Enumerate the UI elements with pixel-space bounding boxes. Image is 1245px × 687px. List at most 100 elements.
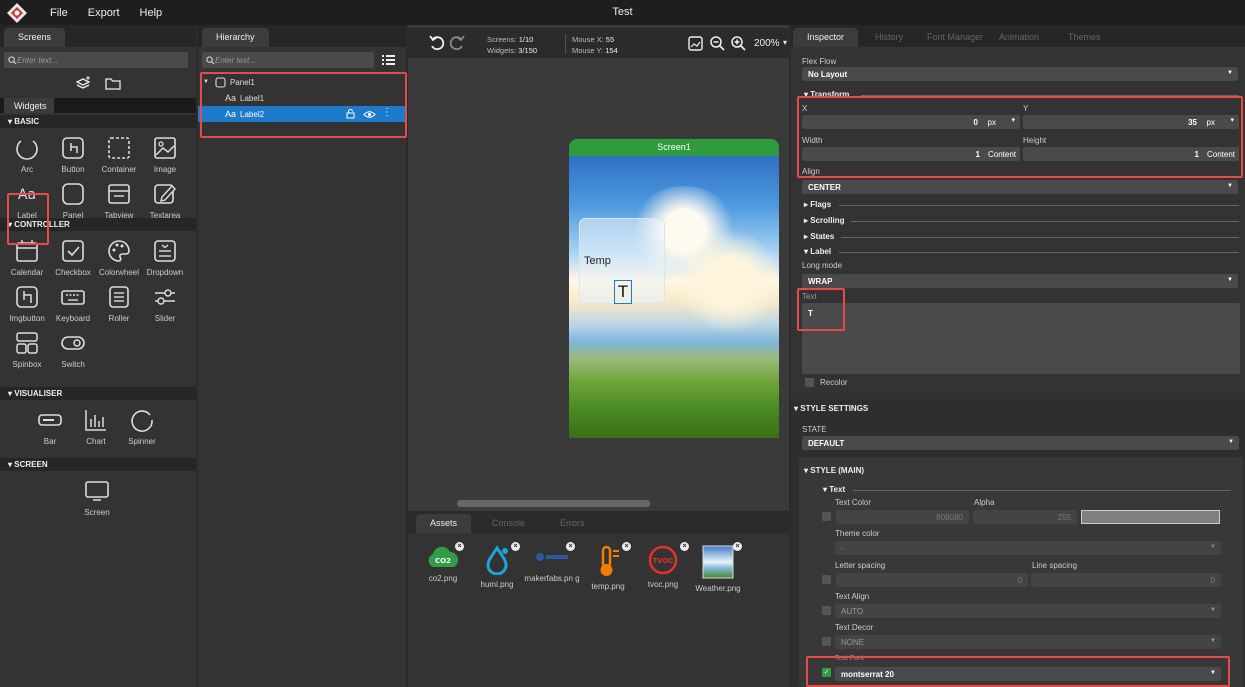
textarea-icon xyxy=(154,184,176,204)
remove-asset-icon[interactable]: × xyxy=(622,542,631,551)
asset-co2[interactable]: CO2 × co2.png xyxy=(413,542,473,583)
screen1-frame[interactable]: Screen1 Temp T xyxy=(569,139,779,438)
tab-assets[interactable]: Assets xyxy=(416,514,472,533)
widget-panel[interactable]: Panel xyxy=(50,178,96,224)
label-section[interactable]: ▾ Label xyxy=(804,247,831,256)
widget-arc[interactable]: Arc xyxy=(4,132,50,178)
states-section[interactable]: ▸ States xyxy=(804,232,834,241)
section-visualiser: ▾ VISUALISER xyxy=(0,387,196,400)
widget-image[interactable]: Image xyxy=(142,132,188,178)
state-label: STATE xyxy=(802,425,827,434)
horizontal-scrollbar[interactable] xyxy=(457,500,650,507)
tab-console[interactable]: Console xyxy=(478,514,539,533)
tab-errors[interactable]: Errors xyxy=(546,514,599,533)
widget-tabview[interactable]: Tabview xyxy=(96,178,142,224)
tab-widgets[interactable]: Widgets xyxy=(4,98,54,113)
widget-button[interactable]: Button xyxy=(50,132,96,178)
label2-widget[interactable]: T xyxy=(614,280,632,304)
app-logo-icon xyxy=(7,2,27,23)
style-settings-section[interactable]: ▾ STYLE SETTINGS xyxy=(794,404,868,413)
color-swatch[interactable] xyxy=(1081,510,1220,524)
container-icon xyxy=(108,137,130,159)
asset-makerfabs[interactable]: × makerfabs.pn g xyxy=(522,542,582,583)
theme-color-select[interactable]: - xyxy=(835,541,1221,555)
asset-humi[interactable]: × humi.png xyxy=(467,542,527,589)
text-decor-checkbox[interactable] xyxy=(822,637,831,646)
zoom-out-icon[interactable] xyxy=(710,36,725,51)
widget-textarea[interactable]: Textarea xyxy=(142,178,188,224)
menu-file[interactable]: File xyxy=(50,7,68,19)
widget-imgbutton[interactable]: Imgbutton xyxy=(4,281,50,327)
widget-keyboard[interactable]: Keyboard xyxy=(50,281,96,327)
widget-dropdown[interactable]: Dropdown xyxy=(142,235,188,281)
zoom-level[interactable]: 200% xyxy=(754,38,780,49)
label1-widget[interactable]: Temp xyxy=(584,255,611,267)
widget-colorwheel[interactable]: Colorwheel xyxy=(96,235,142,281)
scrolling-section[interactable]: ▸ Scrolling xyxy=(804,216,844,225)
tab-hierarchy[interactable]: Hierarchy xyxy=(202,28,269,47)
text-align-checkbox[interactable] xyxy=(822,606,831,615)
text-style-group[interactable]: ▾ Text xyxy=(823,485,845,494)
zoom-dropdown-icon[interactable]: ▾ xyxy=(783,38,787,47)
remove-asset-icon[interactable]: × xyxy=(455,542,464,551)
asset-weather[interactable]: × Weather.png xyxy=(688,542,748,593)
letter-spacing-checkbox[interactable] xyxy=(822,575,831,584)
widget-slider[interactable]: Slider xyxy=(142,281,188,327)
redo-icon[interactable] xyxy=(448,34,466,52)
image-view-icon[interactable] xyxy=(688,36,703,51)
spinbox-icon xyxy=(16,332,38,354)
hierarchy-search-input[interactable] xyxy=(215,55,367,65)
panel1-widget[interactable]: Temp T xyxy=(579,218,665,304)
flags-section[interactable]: ▸ Flags xyxy=(804,200,831,209)
letter-spacing-label: Letter spacing xyxy=(835,561,886,570)
state-select[interactable]: DEFAULT xyxy=(802,436,1239,450)
recolor-checkbox[interactable] xyxy=(805,378,814,387)
widget-screen[interactable]: Screen xyxy=(74,475,120,521)
widget-spinner[interactable]: Spinner xyxy=(119,404,165,450)
search-icon xyxy=(8,55,17,65)
tab-history[interactable]: History xyxy=(861,28,917,47)
text-color-checkbox[interactable] xyxy=(822,512,831,521)
svg-text:CO2: CO2 xyxy=(435,557,451,565)
remove-asset-icon[interactable]: × xyxy=(566,542,575,551)
widget-container[interactable]: Container xyxy=(96,132,142,178)
text-align-select[interactable]: AUTO xyxy=(835,604,1221,618)
line-spacing-field[interactable]: 0 xyxy=(1031,573,1221,587)
hierarchy-search[interactable] xyxy=(202,52,374,68)
undo-icon[interactable] xyxy=(428,34,446,52)
letter-spacing-field[interactable]: 0 xyxy=(836,573,1028,587)
widget-chart[interactable]: Chart xyxy=(73,404,119,450)
screens-search[interactable] xyxy=(4,52,188,68)
tab-themes[interactable]: Themes xyxy=(1054,28,1115,47)
tab-inspector[interactable]: Inspector xyxy=(793,28,859,47)
remove-asset-icon[interactable]: × xyxy=(511,542,520,551)
widget-spinbox[interactable]: Spinbox xyxy=(4,327,50,373)
folder-icon[interactable] xyxy=(105,77,121,90)
menu-export[interactable]: Export xyxy=(88,7,120,19)
switch-icon xyxy=(61,336,85,350)
tab-animation[interactable]: Animation xyxy=(985,28,1053,47)
alpha-label: Alpha xyxy=(974,498,995,507)
list-view-icon[interactable] xyxy=(382,55,395,65)
text-textarea[interactable]: T xyxy=(802,303,1240,374)
text-decor-select[interactable]: NONE xyxy=(835,635,1221,649)
remove-asset-icon[interactable]: × xyxy=(733,542,742,551)
widget-bar[interactable]: Bar xyxy=(27,404,73,450)
text-color-field[interactable]: 808080 xyxy=(836,510,969,524)
design-canvas[interactable]: Screens: 1/10 Widgets: 3/150 Mouse X: 55 M… xyxy=(408,25,789,511)
flex-flow-select[interactable]: No Layout xyxy=(802,67,1238,81)
asset-temp[interactable]: × temp.png xyxy=(578,542,638,591)
alpha-field[interactable]: 255 xyxy=(973,510,1077,524)
add-screen-icon[interactable] xyxy=(75,76,91,90)
zoom-in-icon[interactable] xyxy=(731,36,746,51)
asset-tvoc[interactable]: TVOC × tvoc.png xyxy=(633,542,693,589)
tab-screens[interactable]: Screens xyxy=(4,28,66,47)
align-select[interactable]: CENTER xyxy=(802,180,1238,194)
style-main-section[interactable]: ▾ STYLE (MAIN) xyxy=(804,466,864,475)
widget-switch[interactable]: Switch xyxy=(50,327,96,373)
menu-help[interactable]: Help xyxy=(140,7,163,19)
long-mode-select[interactable]: WRAP xyxy=(802,274,1238,288)
widget-roller[interactable]: Roller xyxy=(96,281,142,327)
widget-checkbox[interactable]: Checkbox xyxy=(50,235,96,281)
screens-search-input[interactable] xyxy=(17,55,179,65)
